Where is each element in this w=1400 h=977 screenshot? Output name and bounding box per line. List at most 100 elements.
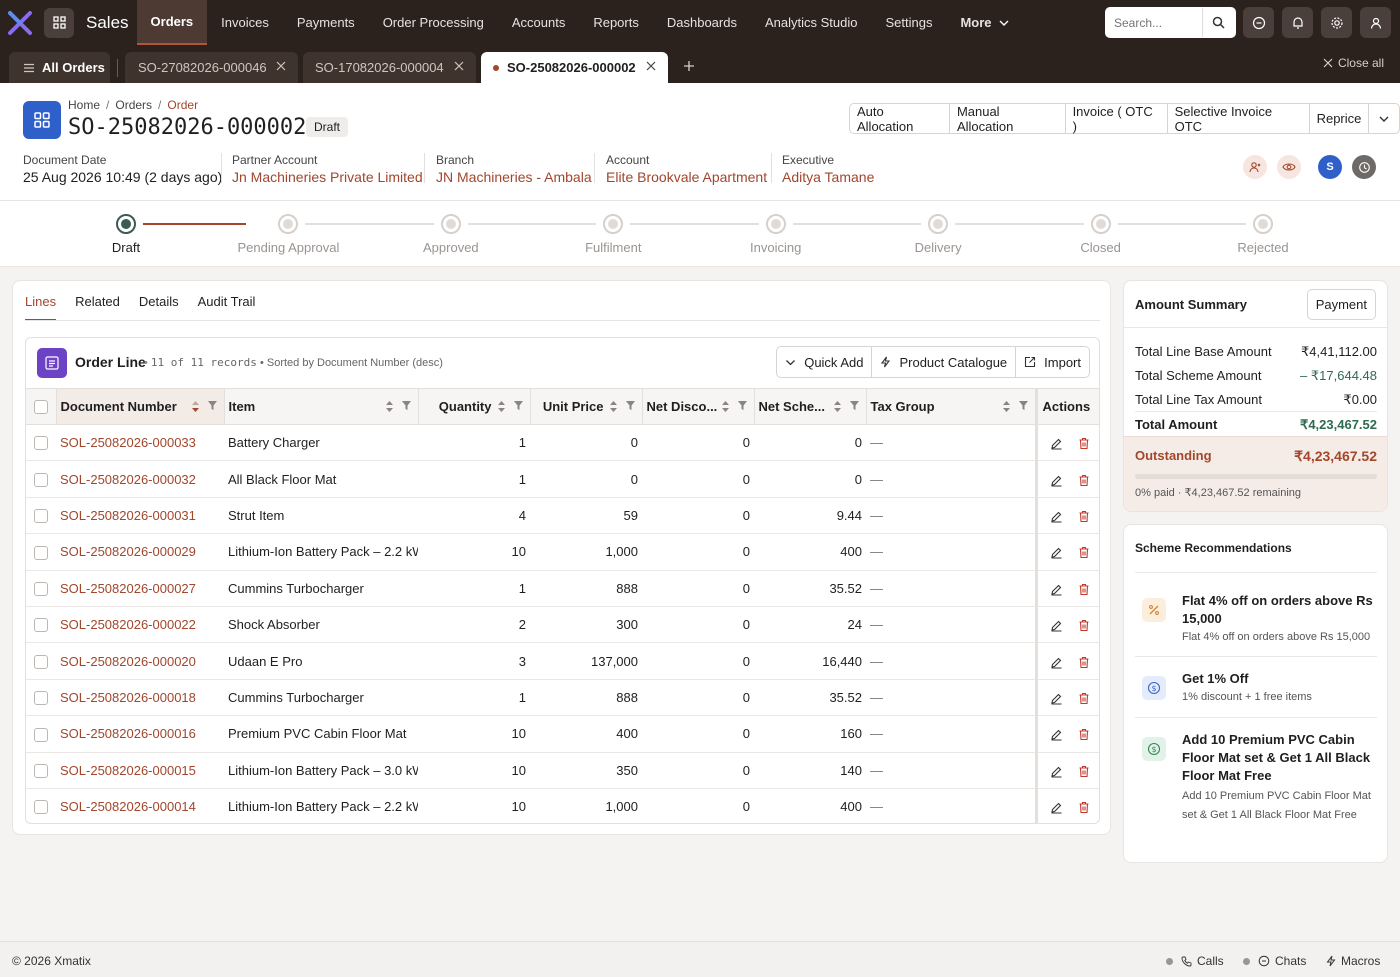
messages-button[interactable] bbox=[1243, 7, 1274, 38]
row-checkbox[interactable] bbox=[34, 582, 48, 597]
nav-settings[interactable]: Settings bbox=[871, 0, 946, 45]
sort-icon[interactable] bbox=[721, 400, 730, 413]
user-profile-button[interactable] bbox=[1360, 7, 1391, 38]
nav-invoices[interactable]: Invoices bbox=[207, 0, 283, 45]
calls-button[interactable]: Calls bbox=[1166, 954, 1224, 968]
edit-icon[interactable] bbox=[1050, 619, 1063, 632]
table-row[interactable]: SOL-25082026-000020 Udaan E Pro 3 137,000 0 1… bbox=[26, 642, 1099, 680]
row-checkbox[interactable] bbox=[34, 727, 48, 742]
trash-icon[interactable] bbox=[1078, 474, 1090, 487]
notifications-button[interactable] bbox=[1282, 7, 1313, 38]
meta-value-link[interactable]: Aditya Tamane bbox=[782, 169, 874, 185]
filter-icon[interactable] bbox=[625, 400, 636, 411]
column-header-item[interactable]: Item bbox=[224, 388, 419, 425]
product-catalogue-button[interactable]: Product Catalogue bbox=[872, 347, 1017, 377]
meta-value-link[interactable]: Jn Machineries Private Limited bbox=[232, 169, 423, 185]
sort-icon[interactable] bbox=[497, 400, 506, 413]
trash-icon[interactable] bbox=[1078, 801, 1090, 814]
edit-icon[interactable] bbox=[1050, 510, 1063, 523]
row-checkbox[interactable] bbox=[34, 654, 48, 669]
sort-icon[interactable] bbox=[609, 400, 618, 413]
table-row[interactable]: SOL-25082026-000027 Cummins Turbocharger 1… bbox=[26, 570, 1099, 607]
import-button[interactable]: Import bbox=[1016, 347, 1089, 377]
cell-document-number[interactable]: SOL-25082026-000016 bbox=[56, 715, 224, 753]
tab-document[interactable]: SO-27082026-000046 bbox=[125, 52, 298, 83]
edit-icon[interactable] bbox=[1050, 765, 1063, 778]
invoice-otc-button[interactable]: Invoice ( OTC ) bbox=[1066, 104, 1168, 134]
tab-document-active[interactable]: SO-25082026-000002 bbox=[481, 52, 668, 83]
nav-payments[interactable]: Payments bbox=[283, 0, 369, 45]
plus-icon[interactable] bbox=[683, 60, 695, 72]
auto-allocation-button[interactable]: Auto Allocation bbox=[850, 104, 950, 134]
cell-document-number[interactable]: SOL-25082026-000014 bbox=[56, 788, 224, 823]
breadcrumb-orders[interactable]: Orders bbox=[115, 98, 152, 112]
nav-dashboards[interactable]: Dashboards bbox=[653, 0, 751, 45]
tab-lines[interactable]: Lines bbox=[25, 281, 57, 321]
edit-icon[interactable] bbox=[1050, 656, 1063, 669]
row-checkbox[interactable] bbox=[34, 763, 48, 778]
filter-icon[interactable] bbox=[1018, 400, 1029, 411]
assign-users-button[interactable] bbox=[1243, 155, 1267, 179]
row-checkbox[interactable] bbox=[34, 436, 48, 451]
xmatix-logo[interactable] bbox=[0, 0, 40, 45]
cell-document-number[interactable]: SOL-25082026-000022 bbox=[56, 606, 224, 644]
filter-icon[interactable] bbox=[207, 400, 218, 411]
close-icon[interactable] bbox=[276, 61, 286, 71]
edit-icon[interactable] bbox=[1050, 583, 1063, 596]
tab-related[interactable]: Related bbox=[75, 281, 120, 321]
select-all-checkbox[interactable] bbox=[33, 400, 48, 415]
tab-document[interactable]: SO-17082026-000004 bbox=[303, 52, 476, 83]
sort-icon[interactable] bbox=[385, 400, 394, 413]
table-row[interactable]: SOL-25082026-000014 Lithium-Ion Battery P… bbox=[26, 788, 1099, 823]
row-checkbox[interactable] bbox=[34, 545, 48, 560]
row-checkbox[interactable] bbox=[34, 618, 48, 633]
meta-value-link[interactable]: Elite Brookvale Apartment bbox=[606, 169, 767, 185]
row-checkbox[interactable] bbox=[34, 509, 48, 524]
sort-desc-icon[interactable] bbox=[191, 400, 200, 413]
table-row[interactable]: SOL-25082026-000029 Lithium-Ion Battery P… bbox=[26, 533, 1099, 571]
reprice-button[interactable]: Reprice bbox=[1310, 104, 1370, 133]
app-launcher-button[interactable] bbox=[44, 7, 74, 38]
more-actions-button[interactable] bbox=[1369, 104, 1399, 133]
column-header-tax-group[interactable]: Tax Group bbox=[866, 388, 1037, 425]
cell-document-number[interactable]: SOL-25082026-000015 bbox=[56, 752, 224, 789]
table-row[interactable]: SOL-25082026-000033 Battery Charger 1 0 0 0— bbox=[26, 424, 1099, 462]
edit-icon[interactable] bbox=[1050, 546, 1063, 559]
trash-icon[interactable] bbox=[1078, 583, 1090, 596]
settings-button[interactable] bbox=[1321, 7, 1352, 38]
cell-document-number[interactable]: SOL-25082026-000032 bbox=[56, 460, 224, 498]
tab-all-orders[interactable]: All Orders bbox=[9, 52, 110, 83]
cell-document-number[interactable]: SOL-25082026-000029 bbox=[56, 533, 224, 571]
trash-icon[interactable] bbox=[1078, 619, 1090, 632]
filter-icon[interactable] bbox=[401, 400, 412, 411]
nav-order-processing[interactable]: Order Processing bbox=[369, 0, 498, 45]
trash-icon[interactable] bbox=[1078, 692, 1090, 705]
nav-orders[interactable]: Orders bbox=[136, 0, 208, 45]
close-icon[interactable] bbox=[646, 61, 656, 71]
table-row[interactable]: SOL-25082026-000032 All Black Floor Mat 1 0… bbox=[26, 460, 1099, 498]
breadcrumb-home[interactable]: Home bbox=[68, 98, 100, 112]
row-checkbox[interactable] bbox=[34, 472, 48, 487]
nav-reports[interactable]: Reports bbox=[579, 0, 653, 45]
column-header-net-discount[interactable]: Net Disco... bbox=[642, 388, 755, 425]
table-row[interactable]: SOL-25082026-000022 Shock Absorber 2 300 0 24… bbox=[26, 606, 1099, 644]
tab-details[interactable]: Details bbox=[139, 281, 179, 321]
column-header-quantity[interactable]: Quantity bbox=[418, 388, 531, 425]
filter-icon[interactable] bbox=[737, 400, 748, 411]
sort-icon[interactable] bbox=[833, 400, 842, 413]
selective-invoice-otc-button[interactable]: Selective Invoice OTC bbox=[1168, 104, 1310, 134]
close-all-button[interactable]: Close all bbox=[1323, 56, 1384, 70]
cell-document-number[interactable]: SOL-25082026-000020 bbox=[56, 642, 224, 680]
column-header-document-number[interactable]: Document Number bbox=[56, 388, 225, 425]
trash-icon[interactable] bbox=[1078, 656, 1090, 669]
column-header-net-scheme[interactable]: Net Sche... bbox=[754, 388, 867, 425]
history-button[interactable] bbox=[1352, 155, 1376, 179]
nav-more[interactable]: More bbox=[946, 0, 1023, 45]
cell-document-number[interactable]: SOL-25082026-000031 bbox=[56, 497, 224, 535]
meta-value-link[interactable]: JN Machineries - Ambala bbox=[436, 169, 592, 185]
filter-icon[interactable] bbox=[513, 400, 524, 411]
trash-icon[interactable] bbox=[1078, 728, 1090, 741]
close-icon[interactable] bbox=[454, 61, 464, 71]
cell-document-number[interactable]: SOL-25082026-000027 bbox=[56, 570, 224, 607]
trash-icon[interactable] bbox=[1078, 510, 1090, 523]
